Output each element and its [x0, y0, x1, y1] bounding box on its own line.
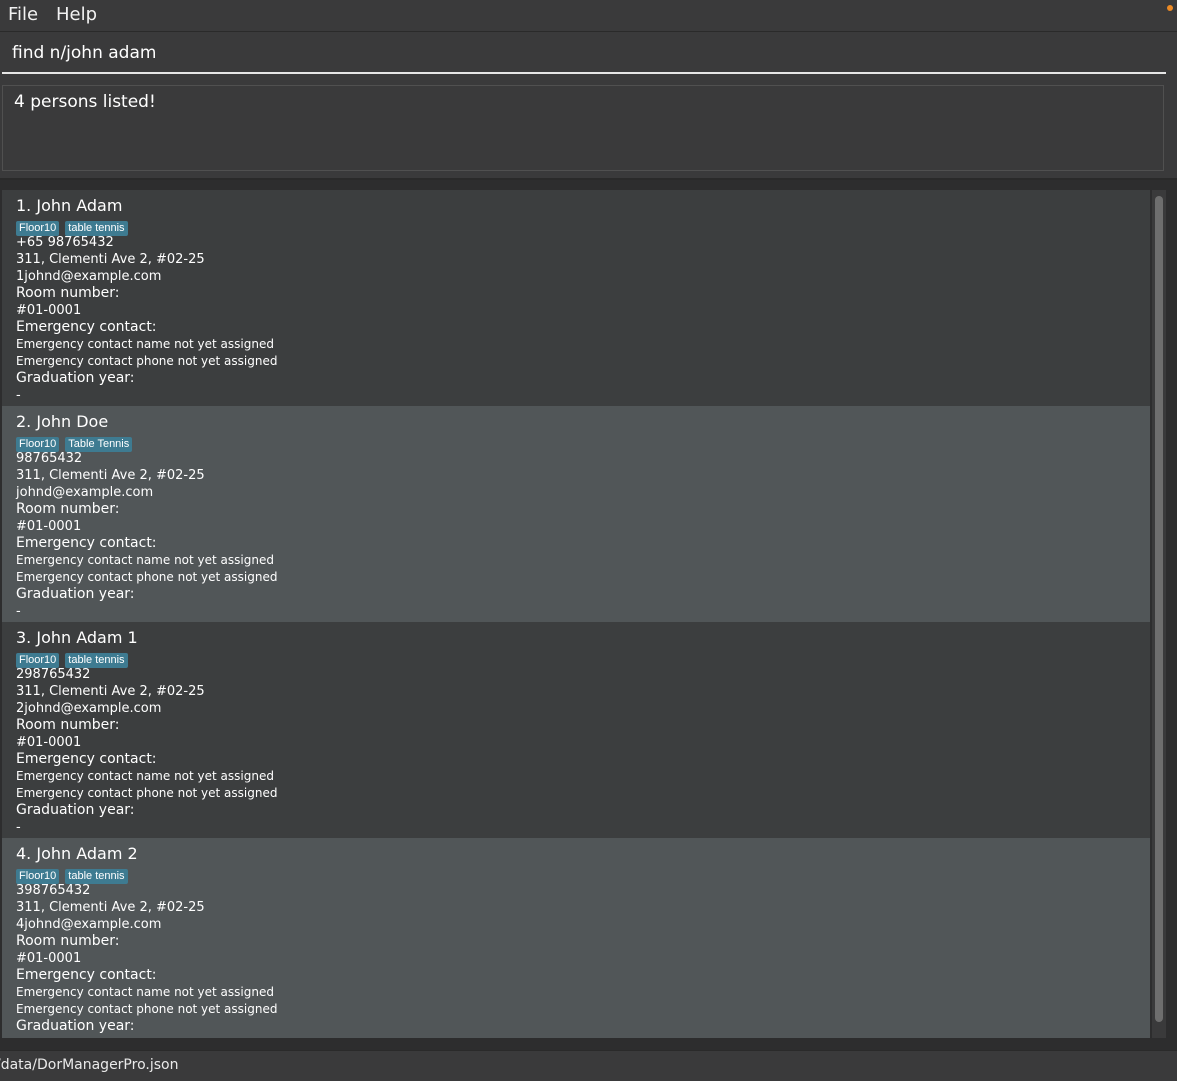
save-file-path: /data/DorManagerPro.json — [0, 1057, 179, 1073]
person-email: 4johnd@example.com — [16, 917, 162, 932]
emergency-contact-name: Emergency contact name not yet assigned — [16, 337, 274, 351]
person-address: 311, Clementi Ave 2, #02-25 — [16, 900, 205, 915]
emergency-contact-phone: Emergency contact phone not yet assigned — [16, 354, 278, 368]
person-card[interactable]: 4. John Adam 2 Floor10 table tennis 39876… — [2, 838, 1150, 1038]
emergency-contact-label: Emergency contact: — [16, 535, 157, 551]
tag-list: Floor10 Table Tennis — [16, 432, 1136, 452]
person-phone: 98765432 — [16, 451, 83, 466]
person-card[interactable]: 2. John Doe Floor10 Table Tennis 98765432… — [2, 406, 1150, 622]
emergency-contact-label: Emergency contact: — [16, 319, 157, 335]
person-card[interactable]: 3. John Adam 1 Floor10 table tennis 29876… — [2, 622, 1150, 838]
person-name: 4. John Adam 2 — [16, 844, 138, 863]
person-phone: 298765432 — [16, 667, 91, 682]
graduation-year-label: Graduation year: — [16, 370, 135, 386]
tag-list: Floor10 table tennis — [16, 648, 1136, 668]
graduation-year: - — [16, 388, 21, 403]
list-scrollbar-thumb[interactable] — [1155, 196, 1163, 1022]
person-email: johnd@example.com — [16, 485, 154, 500]
person-email: 1johnd@example.com — [16, 269, 162, 284]
room-number: #01-0001 — [16, 519, 82, 534]
emergency-contact-name: Emergency contact name not yet assigned — [16, 553, 274, 567]
person-name: 1. John Adam — [16, 196, 123, 215]
person-address: 311, Clementi Ave 2, #02-25 — [16, 468, 205, 483]
menu-file[interactable]: File — [8, 3, 38, 27]
emergency-contact-name: Emergency contact name not yet assigned — [16, 769, 274, 783]
menu-bar: File Help — [0, 0, 1177, 32]
result-display: 4 persons listed! — [2, 85, 1164, 171]
person-address: 311, Clementi Ave 2, #02-25 — [16, 252, 205, 267]
graduation-year-label: Graduation year: — [16, 1018, 135, 1034]
menu-help[interactable]: Help — [56, 3, 97, 27]
emergency-contact-phone: Emergency contact phone not yet assigned — [16, 1002, 278, 1016]
person-name: 3. John Adam 1 — [16, 628, 138, 647]
person-list-panel: 1. John Adam Floor10 table tennis +65 987… — [0, 180, 1177, 1048]
emergency-contact-label: Emergency contact: — [16, 967, 157, 983]
graduation-year: - — [16, 820, 21, 835]
person-list[interactable]: 1. John Adam Floor10 table tennis +65 987… — [2, 190, 1150, 1038]
room-number-label: Room number: — [16, 501, 120, 517]
person-address: 311, Clementi Ave 2, #02-25 — [16, 684, 205, 699]
room-number-label: Room number: — [16, 285, 120, 301]
command-input[interactable] — [2, 34, 1166, 74]
result-display-panel: 4 persons listed! — [0, 80, 1177, 180]
person-card[interactable]: 1. John Adam Floor10 table tennis +65 987… — [2, 190, 1150, 406]
person-name: 2. John Doe — [16, 412, 109, 431]
room-number: #01-0001 — [16, 303, 82, 318]
room-number: #01-0001 — [16, 951, 82, 966]
tag-list: Floor10 table tennis — [16, 864, 1136, 884]
status-bar: /data/DorManagerPro.json — [0, 1050, 1177, 1081]
emergency-contact-name: Emergency contact name not yet assigned — [16, 985, 274, 999]
emergency-contact-phone: Emergency contact phone not yet assigned — [16, 786, 278, 800]
person-phone: +65 98765432 — [16, 235, 114, 250]
emergency-contact-phone: Emergency contact phone not yet assigned — [16, 570, 278, 584]
list-scrollbar[interactable] — [1152, 190, 1166, 1038]
command-box — [0, 32, 1177, 80]
room-number-label: Room number: — [16, 933, 120, 949]
graduation-year: - — [16, 604, 21, 619]
notification-dot-icon — [1167, 5, 1173, 11]
room-number-label: Room number: — [16, 717, 120, 733]
graduation-year-label: Graduation year: — [16, 802, 135, 818]
room-number: #01-0001 — [16, 735, 82, 750]
person-email: 2johnd@example.com — [16, 701, 162, 716]
person-phone: 398765432 — [16, 883, 91, 898]
graduation-year-label: Graduation year: — [16, 586, 135, 602]
tag-list: Floor10 table tennis — [16, 216, 1136, 236]
emergency-contact-label: Emergency contact: — [16, 751, 157, 767]
